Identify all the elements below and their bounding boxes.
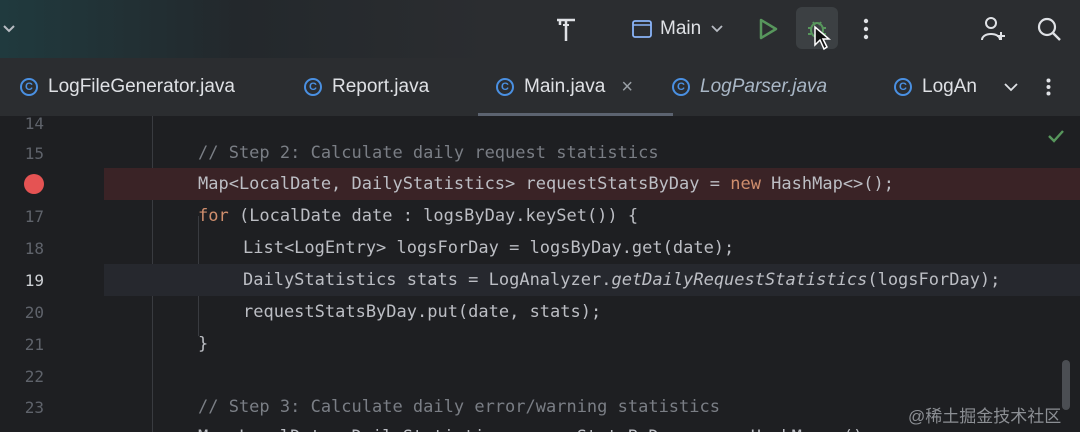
tab-label: LogAn xyxy=(922,76,977,97)
code-line: } xyxy=(198,334,209,354)
class-icon: C xyxy=(304,78,322,96)
editor-tab-bar: C LogFileGenerator.java C Report.java C … xyxy=(0,58,1080,117)
code-editor[interactable]: 14 15 // Step 2: Calculate daily request… xyxy=(0,116,1080,432)
gutter-line: 17 xyxy=(0,200,104,232)
gutter-line: 21 xyxy=(0,328,104,360)
build-hammer-icon[interactable] xyxy=(548,11,584,47)
gutter-line: 19 xyxy=(0,264,104,296)
gutter-line: 22 xyxy=(0,360,104,392)
class-icon: C xyxy=(20,78,38,96)
vertical-scrollbar[interactable] xyxy=(1062,360,1070,410)
code-line: // Step 2: Calculate daily request stati… xyxy=(198,143,659,163)
tab-label: LogParser.java xyxy=(700,76,828,97)
gutter-line: 18 xyxy=(0,232,104,264)
main-toolbar: Main xyxy=(0,0,1080,58)
line-number: 23 xyxy=(24,397,44,417)
tab-label: Main.java xyxy=(524,76,606,97)
gutter-line xyxy=(0,168,104,200)
tab-label: LogFileGenerator.java xyxy=(48,76,235,97)
line-number: 22 xyxy=(24,366,44,386)
watermark: @稀土掘金技术社区 xyxy=(908,407,1062,426)
search-icon[interactable] xyxy=(1032,12,1066,46)
line-number: 14 xyxy=(24,116,44,133)
run-config-label: Main xyxy=(660,18,702,39)
line-number: 20 xyxy=(24,302,44,322)
line-number: 18 xyxy=(24,238,44,258)
check-icon[interactable] xyxy=(1044,124,1068,148)
breakpoint-icon[interactable] xyxy=(24,174,44,194)
tab-loganalyzer[interactable]: C LogAn xyxy=(894,58,986,116)
code-line: requestStatsByDay.put(date, stats); xyxy=(243,302,602,322)
class-icon: C xyxy=(496,78,514,96)
line-number: 21 xyxy=(24,334,44,354)
run-config-selector[interactable]: Main xyxy=(660,14,723,44)
tab-logfilegenerator[interactable]: C LogFileGenerator.java xyxy=(20,58,235,116)
line-number: 19 xyxy=(24,270,44,290)
code-line: List<LogEntry> logsForDay = logsByDay.ge… xyxy=(243,238,735,258)
gutter-line: 14 xyxy=(0,116,104,139)
more-vertical-icon[interactable] xyxy=(856,14,876,44)
class-icon: C xyxy=(672,78,690,96)
gutter-line: 15 xyxy=(0,137,104,169)
window-icon[interactable] xyxy=(630,17,654,41)
code-line: for (LocalDate date : logsByDay.keySet()… xyxy=(198,206,639,226)
chevron-down-icon xyxy=(711,25,723,33)
mouse-cursor-icon xyxy=(812,24,832,52)
tab-main[interactable]: C Main.java × xyxy=(477,58,674,116)
more-vertical-icon[interactable] xyxy=(1040,72,1056,102)
close-icon[interactable]: × xyxy=(621,76,633,99)
line-number: 15 xyxy=(24,143,44,163)
gutter-line: 23 xyxy=(0,391,104,423)
add-user-icon[interactable] xyxy=(976,12,1010,46)
chevron-down-icon[interactable] xyxy=(0,14,18,44)
tab-logparser[interactable]: C LogParser.java xyxy=(672,58,827,116)
line-number: 17 xyxy=(24,206,44,226)
class-icon: C xyxy=(894,78,912,96)
run-icon[interactable] xyxy=(752,13,784,45)
code-line-breakpoint: Map<LocalDate, DailyStatistics> requestS… xyxy=(104,168,1080,200)
gutter-line: 20 xyxy=(0,296,104,328)
tab-label: Report.java xyxy=(332,76,430,97)
tab-report[interactable]: C Report.java xyxy=(304,58,429,116)
code-line-current: DailyStatistics stats = LogAnalyzer.getD… xyxy=(104,264,1080,296)
chevron-down-icon[interactable] xyxy=(1000,72,1022,102)
